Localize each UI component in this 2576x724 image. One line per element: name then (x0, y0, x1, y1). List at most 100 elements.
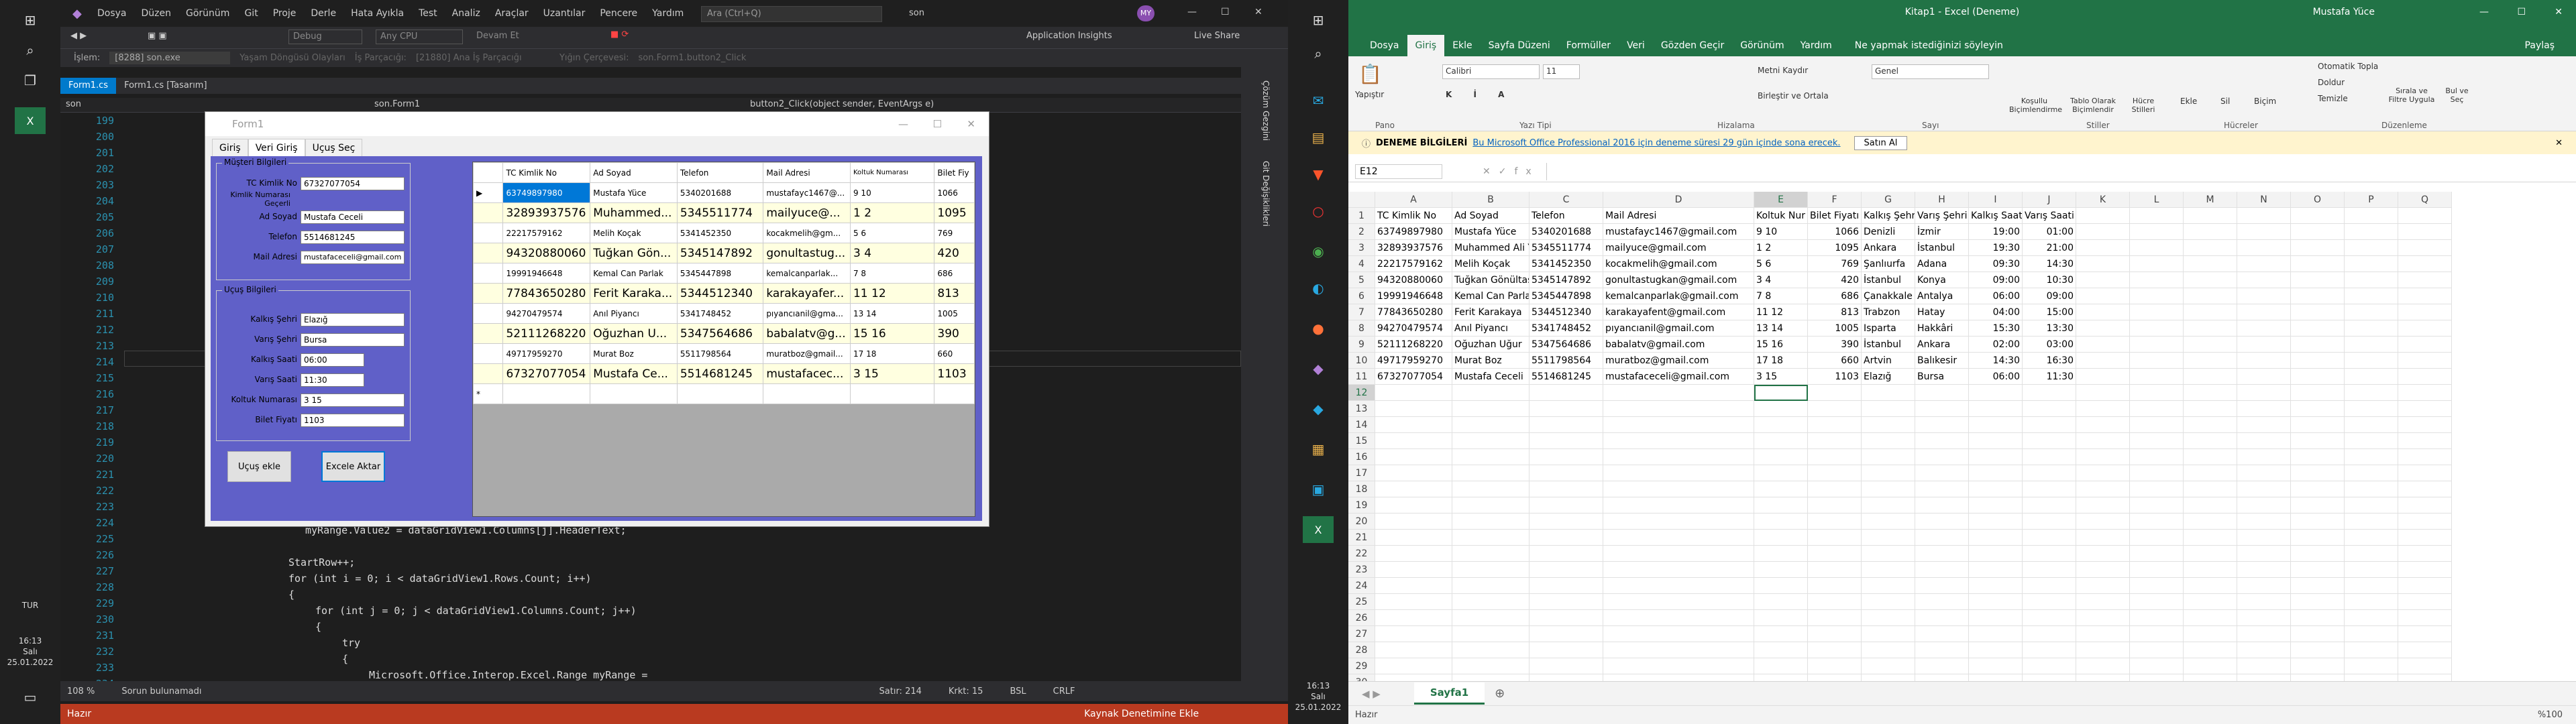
grid-row[interactable]: 19991946648 Kemal Can Parlak 5345447898 kem… (473, 263, 975, 284)
cell[interactable] (2398, 353, 2452, 369)
cell[interactable] (2345, 546, 2398, 562)
cell[interactable] (1529, 674, 1603, 681)
source-control-button[interactable]: Kaynak Denetimine Ekle (1084, 709, 1199, 719)
cell[interactable]: 21:00 (2023, 240, 2076, 256)
cell[interactable] (2076, 642, 2130, 658)
cell[interactable] (1375, 497, 1452, 514)
cell[interactable]: 5514681245 (1529, 369, 1603, 385)
cell[interactable]: 77843650280 (1375, 304, 1452, 320)
cell[interactable] (2291, 208, 2345, 224)
cell[interactable]: karakayafent@gmail.com (1603, 304, 1754, 320)
cell[interactable]: İstanbul (1862, 337, 1915, 353)
cell[interactable]: İzmir (1915, 224, 1969, 240)
row-header[interactable]: 18 (1348, 481, 1375, 497)
cell[interactable] (1915, 465, 1969, 481)
tell-me-box[interactable]: Ne yapmak istediğinizi söyleyin (1847, 35, 2011, 56)
cell[interactable] (2184, 514, 2237, 530)
column-header[interactable]: K (2076, 192, 2130, 208)
cell[interactable] (2398, 578, 2452, 594)
font-style-buttons[interactable]: K İ A (1446, 90, 1513, 99)
cell[interactable] (1808, 465, 1862, 481)
cell[interactable] (2076, 369, 2130, 385)
menu-item[interactable]: Uzantılar (543, 8, 586, 19)
cell[interactable] (2184, 240, 2237, 256)
cell[interactable] (1375, 401, 1452, 417)
paste-button[interactable]: Yapıştır (1355, 90, 1384, 99)
cell[interactable] (2237, 465, 2291, 481)
cell[interactable] (1915, 642, 1969, 658)
cell[interactable] (2184, 449, 2237, 465)
cell[interactable]: Artvin (1862, 353, 1915, 369)
grid-cell[interactable]: 94320880060 (502, 243, 591, 263)
cell[interactable] (2076, 449, 2130, 465)
cell[interactable] (2023, 481, 2076, 497)
cell[interactable]: Anıl Piyancı (1452, 320, 1529, 337)
cell[interactable] (2345, 433, 2398, 449)
cell[interactable]: 13:30 (2023, 320, 2076, 337)
grid-cell[interactable]: babalatv@g... (763, 323, 851, 344)
trial-message[interactable]: Bu Microsoft Office Professional 2016 iç… (1472, 138, 1840, 148)
vscode-icon[interactable]: ◆ (1303, 396, 1334, 422)
grid-cell[interactable]: 52111268220 (502, 323, 591, 344)
grid-cell[interactable]: Oğuzhan U... (590, 323, 678, 344)
cell[interactable] (1969, 449, 2023, 465)
brave-icon[interactable]: ▼ (1303, 161, 1334, 188)
cell[interactable] (1529, 642, 1603, 658)
cell[interactable]: Çanakkale (1862, 288, 1915, 304)
menu-item[interactable]: Dosya (97, 8, 127, 19)
cell[interactable] (1969, 497, 2023, 514)
windows-start-icon[interactable]: ⊞ (1303, 7, 1334, 34)
cell[interactable] (1603, 449, 1754, 465)
cell[interactable] (2237, 626, 2291, 642)
cell[interactable]: 660 (1808, 353, 1862, 369)
cell[interactable] (2076, 546, 2130, 562)
cell[interactable]: 32893937576 (1375, 240, 1452, 256)
delete-cells-button[interactable]: Sil (2220, 97, 2230, 106)
cell[interactable] (1603, 433, 1754, 449)
cell[interactable] (2398, 658, 2452, 674)
cell[interactable]: 15:30 (1969, 320, 2023, 337)
cell[interactable] (2291, 465, 2345, 481)
name-box[interactable]: E12 (1355, 164, 1442, 179)
menu-item[interactable]: Hata Ayıkla (351, 8, 404, 19)
tab-mode[interactable]: BSL (1010, 686, 1026, 697)
add-sheet-icon[interactable]: ⊕ (1495, 686, 1505, 701)
cell[interactable] (2023, 642, 2076, 658)
row-header[interactable]: 26 (1348, 610, 1375, 626)
cell[interactable] (1375, 562, 1452, 578)
grid-cell[interactable]: 5347564686 (676, 323, 764, 344)
cell[interactable] (1969, 578, 2023, 594)
cell[interactable] (2023, 610, 2076, 626)
cell[interactable]: 04:00 (1969, 304, 2023, 320)
menu-item[interactable]: Düzen (142, 8, 172, 19)
clock-time[interactable]: 16:13 (1288, 680, 1348, 691)
cell[interactable] (2398, 530, 2452, 546)
visual-studio-icon[interactable]: ◆ (1303, 355, 1334, 382)
cell[interactable] (1969, 642, 2023, 658)
config-dropdown[interactable]: Debug (288, 29, 362, 44)
grid-header[interactable]: Koltuk Numarası (849, 162, 935, 183)
cell[interactable]: 94320880060 (1375, 272, 1452, 288)
grid-cell[interactable]: mustafacec... (763, 363, 851, 384)
cell[interactable] (1808, 417, 1862, 433)
cell[interactable]: 9 10 (1754, 224, 1808, 240)
cell[interactable]: Melih Koçak (1452, 256, 1529, 272)
cell[interactable] (1452, 562, 1529, 578)
cell[interactable] (1969, 594, 2023, 610)
row-header[interactable]: 9 (1348, 337, 1375, 353)
cell[interactable] (2237, 562, 2291, 578)
cell[interactable] (2076, 481, 2130, 497)
format-as-table-button[interactable]: Tablo Olarak Biçimlendir (2063, 97, 2123, 114)
row-header[interactable]: 27 (1348, 626, 1375, 642)
grid-row[interactable]: ▶ 63749897980 Mustafa Yüce 5340201688 mustaf… (473, 182, 975, 203)
cell[interactable] (2398, 481, 2452, 497)
cell[interactable]: 06:00 (1969, 288, 2023, 304)
cell[interactable] (2291, 658, 2345, 674)
menu-item[interactable]: Araçlar (495, 8, 529, 19)
cell[interactable] (1915, 674, 1969, 681)
cell[interactable]: Denizli (1862, 224, 1915, 240)
cell[interactable] (2130, 546, 2184, 562)
data-grid-view[interactable]: TC Kimlik No Ad Soyad Telefon Mail Adres… (472, 162, 975, 517)
close-icon[interactable]: ✕ (2555, 7, 2563, 17)
cell[interactable] (2237, 385, 2291, 401)
